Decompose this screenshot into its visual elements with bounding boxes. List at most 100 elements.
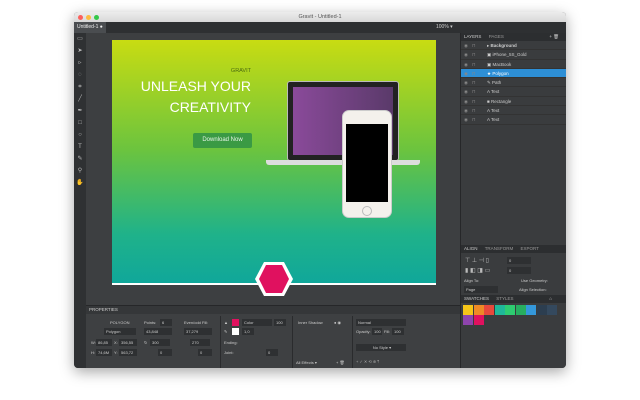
ellipse-icon[interactable]: ○ [74,129,86,141]
color-swatch[interactable] [473,315,484,325]
eye-icon[interactable]: ◉ [464,106,468,115]
zoom-select[interactable]: 100% ▾ [436,22,453,33]
line-icon[interactable]: ╱ [74,93,86,105]
lock-icon[interactable]: ⊓ [472,115,476,124]
evenodd-label[interactable]: Even/odd Fill: [184,319,208,326]
effect-item[interactable]: Inner Shadow [298,319,323,326]
miter-input[interactable]: 0 [266,349,278,356]
layer-item[interactable]: ◉ ⊓ ▸ Background [461,41,566,51]
layer-item[interactable]: ◉ ⊓ ▣ MacBook [461,60,566,69]
points-input[interactable]: 6 [160,319,172,326]
blend-mode-select[interactable]: Normal [356,319,406,326]
x-input[interactable]: 356,55 [119,339,137,346]
spacing-h-input[interactable]: 0 [507,257,531,264]
corner-input-1[interactable]: 0 [158,349,172,356]
lock-icon[interactable]: ⊓ [472,97,476,106]
spacing-v-input[interactable]: 0 [507,267,531,274]
tab-pages[interactable]: PAGES [489,34,504,39]
crop-icon[interactable]: ⌗ [74,81,86,93]
lock-icon[interactable]: ⊓ [472,41,476,50]
opacity-input[interactable]: 100 [372,328,382,335]
layer-item-selected[interactable]: ◉ ⊓ ★ Polygon [461,68,566,79]
eye-icon[interactable]: ◉ [464,69,468,78]
color-swatch[interactable] [526,305,536,315]
tab-transform[interactable]: TRANSFORM [485,246,514,251]
eyedropper-icon[interactable]: ✎ [74,153,86,165]
corner-input-2[interactable]: 0 [198,349,212,356]
polygon-height-input[interactable]: 37,279 [184,328,212,335]
color-swatch[interactable] [484,305,494,315]
trash-icon[interactable]: 🗑 [553,33,559,41]
pointer-icon[interactable]: ➤ [74,45,86,57]
y-input[interactable]: 563,72 [119,349,137,356]
folder-icon[interactable]: ⌂ [549,295,552,303]
eye-icon[interactable]: ◉ [464,41,468,50]
effects-filter-select[interactable]: All Effects ▾ [296,359,317,366]
lock-icon[interactable]: ⊓ [472,50,476,59]
artboard[interactable]: GRAVIT UNLEASH YOUR CREATIVITY Download … [112,40,436,296]
zoom-icon[interactable]: ⚲ [74,165,86,177]
text-icon[interactable]: T [74,141,86,153]
tab-layers[interactable]: LAYERS [464,34,481,39]
layer-item[interactable]: ◉ ⊓ ▣ iPhone_5S_Gold [461,50,566,60]
color-swatch[interactable] [536,305,547,315]
lasso-icon[interactable]: ◌ [74,69,86,81]
tab-styles[interactable]: STYLES [496,296,513,301]
document-tab[interactable]: Untitled-1 ● [74,22,106,33]
tab-align[interactable]: ALIGN [464,246,478,251]
eye-icon[interactable]: ◉ [464,87,468,96]
height-input[interactable]: 74,6M [96,349,112,356]
color-swatch[interactable] [494,305,505,315]
fill-type-select[interactable]: Color [242,319,272,326]
color-swatch[interactable] [515,305,526,315]
style-actions[interactable]: + ✓ ✕ ⟲ ⊕ ⤒ [356,358,379,365]
fill-opacity-input[interactable]: 100 [274,319,286,326]
color-swatch[interactable] [547,305,557,315]
align-to-select[interactable]: Page [464,286,498,293]
layer-item[interactable]: ◉ ⊓ ✎ Path [461,78,566,88]
eye-icon[interactable]: ◉ [464,50,468,59]
eye-icon[interactable]: ◉ [464,60,468,69]
download-button[interactable]: Download Now [193,133,252,148]
stroke-width-input[interactable]: 1,0 [242,328,254,335]
width-input[interactable]: 86,85 [96,339,112,346]
polygon-shape[interactable] [254,260,294,298]
tab-swatches[interactable]: SWATCHES [464,296,489,301]
stroke-color-swatch[interactable] [232,328,239,335]
add-effect-icon[interactable]: + 🗑 [336,359,345,366]
rectangle-icon[interactable]: □ [74,117,86,129]
color-swatch[interactable] [463,305,473,315]
eye-icon[interactable]: ◉ [464,78,468,87]
color-swatch[interactable] [463,315,473,325]
align-buttons[interactable]: ⊤ ⊥ ⊣ ▯ ▮ ◧ ◨ ▭ [465,256,490,276]
lock-icon[interactable]: ⊓ [472,78,476,87]
name-input[interactable]: Polygon [104,328,136,335]
subselect-icon[interactable]: ▹ [74,57,86,69]
minimize-button[interactable] [86,14,91,20]
canvas[interactable]: GRAVIT UNLEASH YOUR CREATIVITY Download … [86,33,460,305]
layer-item[interactable]: ◉ ⊓ ■ Rectangle [461,97,566,107]
pen-icon[interactable]: ✒ [74,105,86,117]
page-icon[interactable]: ▭ [74,33,86,45]
add-layer-icon[interactable]: + [549,33,552,41]
maximize-button[interactable] [94,14,99,20]
style-select[interactable]: No Style ▾ [356,344,406,351]
eye-icon[interactable]: ◉ [464,97,468,106]
layer-item[interactable]: ◉ ⊓ A Text [461,106,566,116]
eye-icon[interactable]: ◉ [464,115,468,124]
lock-icon[interactable]: ⊓ [472,106,476,115]
polygon-width-input[interactable]: 43,848 [144,328,172,335]
layer-item[interactable]: ◉ ⊓ A Text [461,115,566,125]
lock-icon[interactable]: ⊓ [472,60,476,69]
rotation-input[interactable]: 300 [150,339,170,346]
color-swatch[interactable] [505,305,515,315]
fill-color-swatch[interactable] [232,319,239,326]
align-selection-toggle[interactable]: Align Selection: [519,286,547,293]
close-button[interactable] [78,14,83,20]
tab-export[interactable]: EXPORT [520,246,538,251]
layer-item[interactable]: ◉ ⊓ A Text [461,87,566,97]
fill-input[interactable]: 100 [392,328,404,335]
hand-icon[interactable]: ✋ [74,177,86,189]
use-geometry-toggle[interactable]: Use Geometry: [521,277,548,284]
lock-icon[interactable]: ⊓ [472,69,476,78]
